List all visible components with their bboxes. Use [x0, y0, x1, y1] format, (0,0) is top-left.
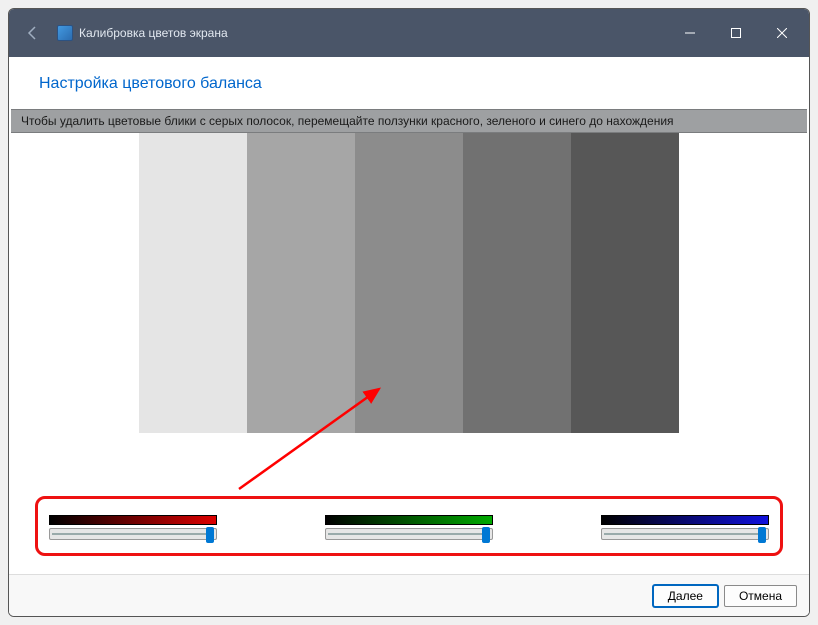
window: Калибровка цветов экрана Настройка цвето… [8, 8, 810, 617]
next-button[interactable]: Далее [653, 585, 718, 607]
annotation-highlight-box [35, 496, 783, 556]
system-buttons [667, 18, 805, 48]
close-button[interactable] [759, 18, 805, 48]
gray-strip-5 [571, 133, 679, 433]
minimize-button[interactable] [667, 18, 713, 48]
title-group: Калибровка цветов экрана [57, 25, 228, 41]
gray-strip-4 [463, 133, 571, 433]
maximize-button[interactable] [713, 18, 759, 48]
arrow-left-icon [25, 25, 41, 41]
footer: Далее Отмена [9, 574, 809, 616]
titlebar: Калибровка цветов экрана [9, 9, 809, 57]
gray-strips [139, 133, 679, 433]
minimize-icon [685, 28, 695, 38]
gray-strip-2 [247, 133, 355, 433]
cancel-button[interactable]: Отмена [724, 585, 797, 607]
header-area: Настройка цветового баланса [9, 57, 809, 109]
close-icon [777, 28, 787, 38]
page-title: Настройка цветового баланса [39, 75, 779, 93]
gray-strip-1 [139, 133, 247, 433]
window-title: Калибровка цветов экрана [79, 26, 228, 40]
back-button[interactable] [13, 13, 53, 53]
app-icon [57, 25, 73, 41]
gray-strip-3 [355, 133, 463, 433]
instruction-text: Чтобы удалить цветовые блики с серых пол… [11, 109, 807, 133]
content-area: Настройка цветового баланса Чтобы удалит… [9, 57, 809, 616]
maximize-icon [731, 28, 741, 38]
